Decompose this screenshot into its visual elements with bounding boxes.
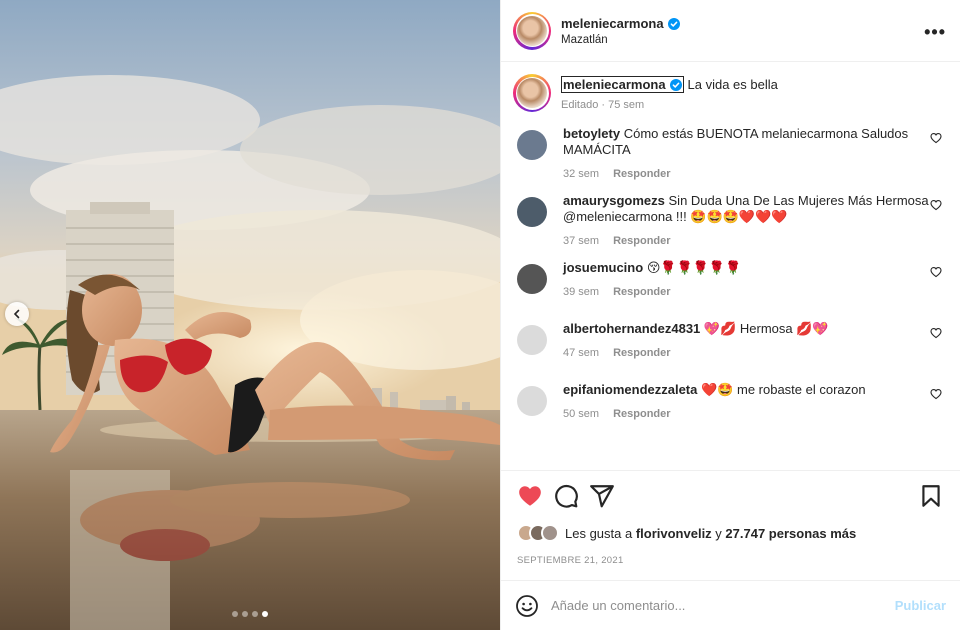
likes-count-link[interactable]: 27.747 personas más	[725, 526, 856, 541]
comment-row: epifaniomendezzaleta ❤️🤩 me robaste el c…	[513, 382, 944, 432]
likes-prefix: Les gusta a	[565, 525, 636, 541]
emoji-icon[interactable]	[515, 594, 539, 618]
commenter-avatar[interactable]	[517, 130, 547, 160]
carousel-dot	[242, 611, 248, 617]
save-bookmark-icon[interactable]	[918, 483, 944, 509]
post-side-panel: meleniecarmona Mazatlán ••• meleniecarmo…	[500, 0, 960, 630]
post-media[interactable]	[0, 0, 500, 630]
comment-like-heart-icon[interactable]	[930, 266, 942, 278]
post-actions: Les gusta a florivonveliz y 27.747 perso…	[501, 470, 960, 566]
comment-time: 32 sem	[563, 168, 600, 180]
comment-text: 😚🌹🌹🌹🌹🌹	[646, 260, 742, 275]
comment-like-heart-icon[interactable]	[930, 327, 942, 339]
comment-time: 50 sem	[563, 408, 600, 420]
caption-text: La vida es bella	[687, 77, 778, 92]
comment-like-heart-icon[interactable]	[930, 132, 942, 144]
share-icon[interactable]	[589, 483, 615, 509]
carousel-dot	[232, 611, 238, 617]
carousel-indicator	[0, 611, 500, 617]
commenter-avatar[interactable]	[517, 386, 547, 416]
reply-button[interactable]: Responder	[613, 284, 670, 300]
author-username-link[interactable]: meleniecarmona	[561, 16, 680, 31]
author-avatar[interactable]	[513, 11, 551, 50]
caption-username[interactable]: meleniecarmona	[563, 77, 666, 92]
comment-row: albertohernandez4831 💖💋 Hermosa 💋💖 47 sem…	[513, 321, 944, 371]
author-username[interactable]: meleniecarmona	[561, 16, 664, 31]
verified-badge-icon	[667, 17, 680, 30]
comment-like-heart-icon[interactable]	[930, 199, 942, 211]
caption: meleniecarmona La vida es bella Editado …	[513, 74, 944, 112]
reply-button[interactable]: Responder	[613, 406, 670, 422]
comment-text: ❤️🤩 me robaste el corazon	[701, 382, 866, 397]
carousel-dot	[252, 611, 258, 617]
caption-username-link[interactable]: meleniecarmona	[561, 76, 684, 93]
verified-badge-icon	[669, 78, 682, 91]
caption-avatar[interactable]	[513, 74, 551, 112]
comment-icon[interactable]	[553, 483, 579, 509]
commenter-username-link[interactable]: josuemucino	[563, 260, 643, 275]
add-comment-bar: Publicar	[501, 580, 960, 630]
caption-meta: Editado · 75 sem	[561, 99, 645, 111]
carousel-dot	[262, 611, 268, 617]
comment-time: 39 sem	[563, 286, 600, 298]
more-options-icon[interactable]: •••	[924, 22, 946, 43]
reply-button[interactable]: Responder	[613, 345, 670, 361]
likes-conjunction: y	[711, 525, 726, 541]
commenter-username-link[interactable]: amaurysgomezs	[563, 193, 665, 208]
comment-row: josuemucino 😚🌹🌹🌹🌹🌹 39 sem Responder	[513, 260, 944, 310]
likes-summary[interactable]: Les gusta a florivonveliz y 27.747 perso…	[517, 523, 944, 543]
comment-time: 47 sem	[563, 347, 600, 359]
commenter-username-link[interactable]: epifaniomendezzaleta	[563, 382, 697, 397]
add-comment-input[interactable]	[551, 598, 895, 613]
liker-avatar	[541, 524, 559, 542]
comment-row: betoylety Cómo estás BUENOTA melaniecarm…	[513, 126, 944, 182]
comments-list[interactable]: meleniecarmona La vida es bella Editado …	[501, 62, 960, 470]
commenter-avatar[interactable]	[517, 197, 547, 227]
comment-text: 💖💋 Hermosa 💋💖	[703, 321, 829, 336]
carousel-prev-button[interactable]	[5, 302, 29, 326]
commenter-avatar[interactable]	[517, 325, 547, 355]
beach-photo	[0, 0, 500, 630]
comment-row: amaurysgomezs Sin Duda Una De Las Mujere…	[513, 193, 944, 249]
post-dialog: meleniecarmona Mazatlán ••• meleniecarmo…	[0, 0, 960, 630]
location-link[interactable]: Mazatlán	[561, 34, 680, 46]
liker-username-link[interactable]: florivonveliz	[636, 526, 712, 541]
commenter-avatar[interactable]	[517, 264, 547, 294]
commenter-username-link[interactable]: albertohernandez4831	[563, 321, 700, 336]
reply-button[interactable]: Responder	[613, 233, 670, 249]
post-comment-button[interactable]: Publicar	[895, 598, 946, 613]
post-header: meleniecarmona Mazatlán •••	[501, 0, 960, 62]
post-date: SEPTIEMBRE 21, 2021	[517, 555, 624, 566]
chevron-left-icon	[13, 309, 20, 319]
comment-time: 37 sem	[563, 235, 600, 247]
like-heart-icon[interactable]	[517, 483, 543, 509]
commenter-username-link[interactable]: betoylety	[563, 126, 620, 141]
reply-button[interactable]: Responder	[613, 166, 670, 182]
comment-like-heart-icon[interactable]	[930, 388, 942, 400]
